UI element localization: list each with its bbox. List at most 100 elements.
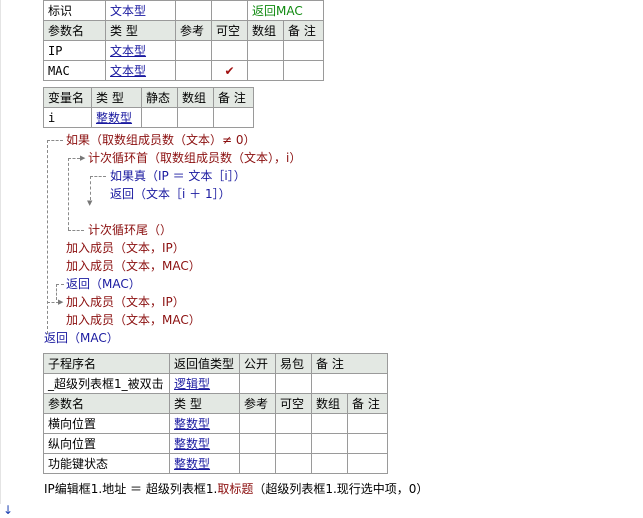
subroutine-table: 子程序名 返回值类型 公开 易包 备 注 _超级列表框1_被双击 逻辑型 参数名… (43, 353, 388, 474)
nullable-cell[interactable] (275, 413, 312, 434)
code-add-member[interactable]: 加入成员（文本，IP） (66, 239, 185, 257)
note-cell[interactable] (213, 107, 254, 128)
header-return-type: 返回值类型 (169, 353, 240, 374)
ref-cell[interactable] (175, 40, 212, 61)
note-cell[interactable] (347, 453, 388, 474)
type-cell[interactable]: 整数型 (169, 413, 240, 434)
cell-biaoshi: 标识 (43, 0, 106, 21)
table-row: 功能键状态 整数型 (43, 453, 388, 474)
type-cell[interactable]: 文本型 (105, 40, 176, 61)
header-note: 备 注 (311, 353, 388, 374)
table-row: 标识 文本型 返回MAC (43, 0, 324, 21)
var-name-cell[interactable]: i (43, 107, 92, 128)
editor-gutter: ↓ (0, 0, 22, 518)
ref-cell[interactable] (175, 60, 212, 81)
params-table: 标识 文本型 返回MAC 参数名 类 型 参考 可空 数组 备 注 IP 文本型… (43, 0, 324, 81)
header-param-name: 参数名 (43, 20, 106, 41)
param-name-cell[interactable]: MAC (43, 60, 106, 81)
note-cell[interactable] (347, 413, 388, 434)
array-cell[interactable] (247, 60, 284, 81)
header-ref: 参考 (175, 20, 212, 41)
arrow-down-icon: ▼ (87, 199, 93, 207)
header-var-name: 变量名 (43, 87, 92, 108)
variables-table: 变量名 类 型 静态 数组 备 注 i 整数型 (43, 87, 254, 128)
cursor-arrow-icon: ↓ (3, 503, 14, 517)
code-add-member[interactable]: 加入成员（文本，IP） (66, 293, 185, 311)
arrow-right-icon: ▶ (80, 154, 86, 162)
param-name-cell[interactable]: IP (43, 40, 106, 61)
gutter-line (0, 0, 1, 504)
code-add-member[interactable]: 加入成员（文本，MAC） (66, 257, 201, 275)
header-ref: 参考 (239, 393, 276, 414)
code-return[interactable]: 返回（MAC） (44, 329, 119, 347)
flow-line (56, 284, 57, 300)
table-row: i 整数型 (43, 107, 254, 128)
nullable-cell[interactable] (275, 433, 312, 454)
note-cell[interactable] (347, 433, 388, 454)
easy-pack-cell[interactable] (275, 373, 312, 394)
note-cell[interactable] (311, 373, 388, 394)
header-nullable: 可空 (211, 20, 248, 41)
header-note: 备 注 (213, 87, 254, 108)
header-row: 参数名 类 型 参考 可空 数组 备 注 (43, 393, 388, 414)
table-row: 纵向位置 整数型 (43, 433, 388, 454)
param-name-cell[interactable]: 纵向位置 (43, 433, 170, 454)
code-if-true[interactable]: 如果真（IP ＝ 文本［i］） (110, 167, 246, 185)
code-loop-start[interactable]: 计次循环首（取数组成员数（文本），i） (88, 149, 301, 167)
static-cell[interactable] (141, 107, 178, 128)
code-loop-end[interactable]: 计次循环尾（） (88, 221, 172, 239)
header-easy-pack: 易包 (275, 353, 312, 374)
header-row: 参数名 类 型 参考 可空 数组 备 注 (43, 20, 324, 41)
sub-name-cell[interactable]: _超级列表框1_被双击 (43, 373, 170, 394)
code-text: （超级列表框1.现行选中项，0） (253, 482, 429, 496)
type-cell[interactable]: 文本型 (105, 0, 176, 21)
type-cell[interactable]: 整数型 (169, 433, 240, 454)
array-cell[interactable] (247, 40, 284, 61)
ref-cell[interactable] (239, 413, 276, 434)
header-public: 公开 (239, 353, 276, 374)
nullable-cell[interactable] (211, 40, 248, 61)
return-type-cell[interactable]: 逻辑型 (169, 373, 240, 394)
header-type: 类 型 (169, 393, 240, 414)
array-cell[interactable] (177, 107, 214, 128)
flow-line (47, 140, 48, 334)
ref-cell[interactable] (239, 433, 276, 454)
header-note: 备 注 (347, 393, 388, 414)
array-cell[interactable] (311, 433, 348, 454)
return-note: 返回MAC (247, 0, 324, 21)
type-cell[interactable]: 文本型 (105, 60, 176, 81)
flow-line (90, 176, 91, 200)
code-return[interactable]: 返回（文本［i ＋ 1］） (110, 185, 231, 203)
method-name[interactable]: 取标题 (217, 482, 253, 496)
array-cell[interactable] (311, 453, 348, 474)
table-row: IP 文本型 (43, 40, 324, 61)
array-cell[interactable] (311, 413, 348, 434)
ref-cell[interactable] (239, 453, 276, 474)
param-name-cell[interactable]: 横向位置 (43, 413, 170, 434)
header-row: 子程序名 返回值类型 公开 易包 备 注 (43, 353, 388, 374)
flow-line (68, 230, 84, 231)
header-row: 变量名 类 型 静态 数组 备 注 (43, 87, 254, 108)
code-add-member[interactable]: 加入成员（文本，MAC） (66, 311, 201, 329)
param-name-cell[interactable]: 功能键状态 (43, 453, 170, 474)
code-return[interactable]: 返回（MAC） (66, 275, 141, 293)
cell-empty (211, 0, 248, 21)
note-cell[interactable] (283, 40, 324, 61)
header-array: 数组 (177, 87, 214, 108)
nullable-cell[interactable] (275, 453, 312, 474)
header-sub-name: 子程序名 (43, 353, 170, 374)
cell-empty (175, 0, 212, 21)
checkmark-icon[interactable]: ✔ (211, 60, 248, 81)
public-cell[interactable] (239, 373, 276, 394)
flow-line (47, 140, 63, 141)
flow-line (68, 158, 80, 159)
note-cell[interactable] (283, 60, 324, 81)
code-if[interactable]: 如果（取数组成员数（文本）≠ 0） (66, 131, 256, 149)
code-text: IP编辑框1.地址 ＝ 超级列表框1. (44, 482, 218, 496)
header-type: 类 型 (105, 20, 176, 41)
type-cell[interactable]: 整数型 (169, 453, 240, 474)
flow-line (90, 176, 106, 177)
type-cell[interactable]: 整数型 (91, 107, 142, 128)
code-assignment[interactable]: IP编辑框1.地址 ＝ 超级列表框1.取标题（超级列表框1.现行选中项，0） (44, 480, 428, 498)
header-note: 备 注 (283, 20, 324, 41)
